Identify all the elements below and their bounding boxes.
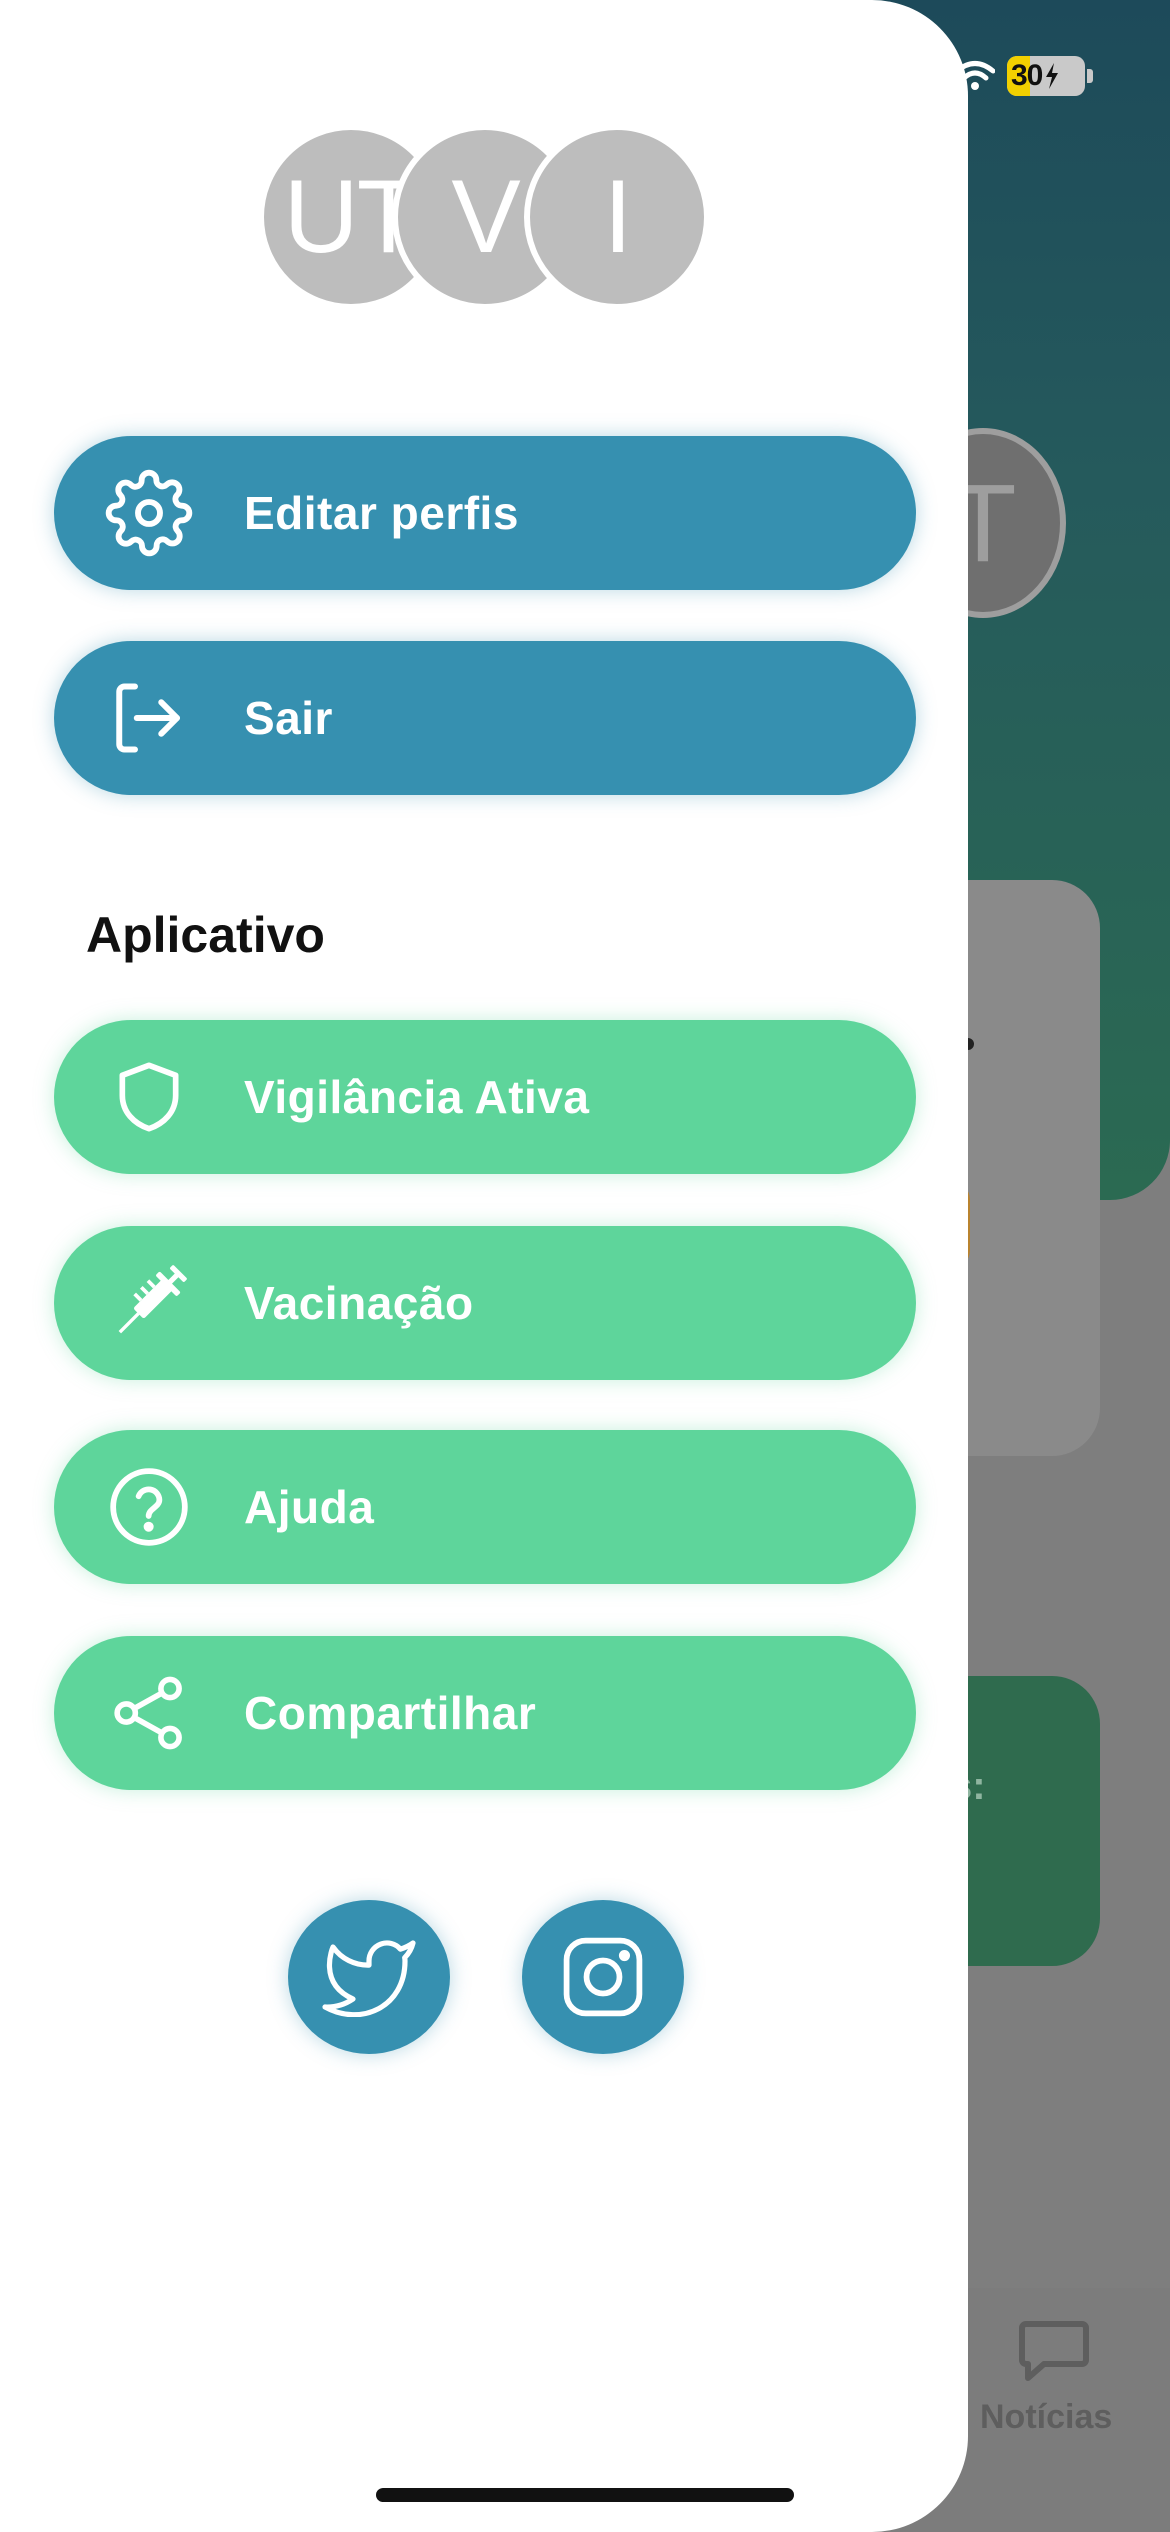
edit-profiles-button[interactable]: Editar perfis: [54, 436, 916, 590]
charging-icon: [1046, 63, 1059, 89]
battery-indicator: 30: [1007, 56, 1085, 96]
twitter-button[interactable]: [288, 1900, 450, 2054]
vaccination-label: Vacinação: [244, 1277, 474, 1329]
vaccination-button[interactable]: Vacinação: [54, 1226, 916, 1380]
chat-icon: [1019, 2321, 1089, 2381]
active-surveillance-label: Vigilância Ativa: [244, 1071, 590, 1123]
logout-icon: [104, 673, 194, 763]
logout-label: Sair: [244, 692, 333, 744]
share-button[interactable]: Compartilhar: [54, 1636, 916, 1790]
help-icon: [104, 1462, 194, 1552]
gear-icon: [104, 468, 194, 558]
shield-icon: [104, 1052, 194, 1142]
active-surveillance-button[interactable]: Vigilância Ativa: [54, 1020, 916, 1174]
side-drawer: UT V I Editar perfis Sair Aplicativo Vig…: [0, 0, 968, 2532]
section-title-aplicativo: Aplicativo: [86, 907, 325, 963]
tab-noticias-label: Notícias: [980, 2398, 1113, 2436]
help-button[interactable]: Ajuda: [54, 1430, 916, 1584]
status-bar: 30: [955, 56, 1093, 96]
instagram-icon: [563, 1937, 643, 2017]
battery-level: 30: [1011, 59, 1043, 92]
logout-button[interactable]: Sair: [54, 641, 916, 795]
instagram-button[interactable]: [522, 1900, 684, 2054]
utvi-logo: UT V I: [258, 124, 710, 310]
twitter-icon: [322, 1940, 416, 2017]
home-indicator[interactable]: [376, 2488, 794, 2502]
help-label: Ajuda: [244, 1481, 375, 1533]
share-label: Compartilhar: [244, 1687, 537, 1739]
syringe-icon: [104, 1258, 194, 1348]
battery-cap: [1087, 69, 1093, 83]
logo-circle-i: I: [524, 124, 710, 310]
edit-profiles-label: Editar perfis: [244, 487, 519, 539]
share-icon: [104, 1668, 194, 1758]
